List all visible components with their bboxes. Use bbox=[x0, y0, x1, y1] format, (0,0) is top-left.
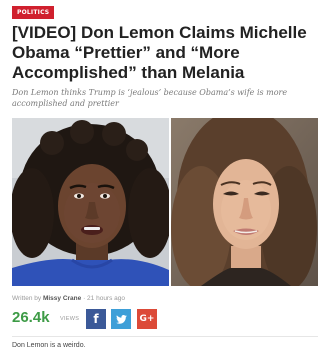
byline-prefix: Written by bbox=[12, 295, 42, 302]
share-google-plus-button[interactable]: G+ bbox=[137, 309, 157, 329]
content-divider bbox=[12, 336, 318, 337]
category-badge[interactable]: POLITICS bbox=[12, 6, 55, 19]
photo-michelle-obama bbox=[12, 118, 169, 286]
article-photo-row bbox=[12, 118, 318, 286]
article-headline[interactable]: [VIDEO] Don Lemon Claims Michelle Obama … bbox=[12, 23, 322, 83]
photo-melania-trump bbox=[171, 118, 318, 286]
twitter-icon bbox=[115, 314, 127, 324]
byline-author[interactable]: Missy Crane bbox=[43, 295, 81, 302]
article-body-first-line: Don Lemon is a weirdo. bbox=[12, 342, 86, 349]
facebook-icon: f bbox=[93, 312, 99, 326]
share-twitter-button[interactable] bbox=[111, 309, 131, 329]
views-count: 26.4k bbox=[12, 309, 50, 326]
byline-separator: · bbox=[83, 295, 86, 302]
share-facebook-button[interactable]: f bbox=[86, 309, 106, 329]
views-label: VIEWS bbox=[60, 316, 80, 322]
google-plus-icon: G+ bbox=[139, 314, 155, 324]
article-subtitle: Don Lemon thinks Trump is ‘jealous’ beca… bbox=[12, 88, 288, 108]
article-byline: Written by Missy Crane · 21 hours ago bbox=[12, 295, 125, 302]
byline-time: 21 hours ago bbox=[87, 295, 125, 302]
